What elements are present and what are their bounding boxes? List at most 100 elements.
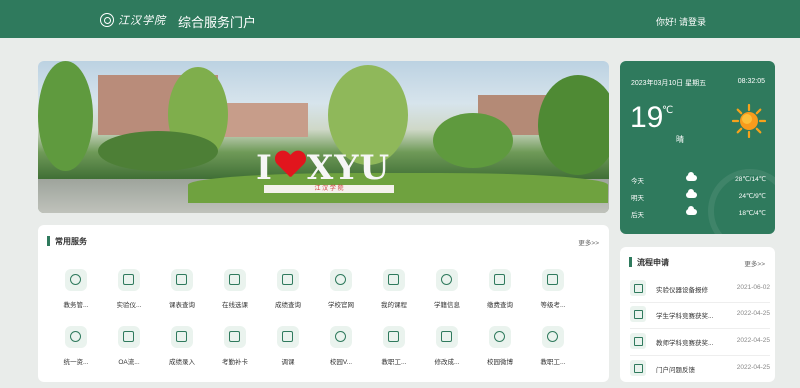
heart-icon	[275, 151, 305, 181]
calendar-icon	[171, 269, 193, 291]
login-link[interactable]: 你好! 请登录	[656, 15, 706, 28]
sun-icon	[732, 104, 766, 138]
forecast-row: 后天 18℃/4℃	[631, 206, 766, 219]
forecast-day: 今天	[631, 178, 644, 185]
service-label: 学籍信息	[434, 302, 460, 309]
service-tile[interactable]: 在线选课	[209, 269, 265, 321]
flow-item-date: 2022-04-25	[736, 337, 770, 344]
service-tile[interactable]: 调课	[262, 326, 318, 378]
service-label: 实验仪...	[116, 302, 142, 309]
flow-title: 流程申请	[637, 258, 669, 267]
flow-item-date: 2022-04-25	[736, 310, 770, 317]
service-tile[interactable]: 统一资...	[50, 326, 106, 378]
flow-more-link[interactable]: 更多>>	[744, 258, 765, 268]
service-label: 校园微博	[487, 359, 513, 366]
flow-item-date: 2021-06-02	[736, 284, 770, 291]
service-label: 调课	[281, 359, 295, 366]
service-tile[interactable]: 校园V...	[315, 326, 371, 378]
services-title: 常用服务	[55, 237, 87, 246]
service-tile[interactable]: 学校官网	[315, 269, 371, 321]
service-tile[interactable]: 缴费查询	[474, 269, 530, 321]
sign-letters: XYU	[306, 148, 391, 188]
service-label: 在线选课	[222, 302, 248, 309]
service-tile[interactable]: 实验仪...	[103, 269, 159, 321]
teacher-icon	[630, 333, 646, 349]
banner-lawn	[188, 173, 608, 203]
service-tile[interactable]: 我的课程	[368, 269, 424, 321]
weather-date: 2023年03月10日 星期五	[631, 80, 707, 87]
campus-sign: I XYU	[256, 151, 390, 185]
school-logo-text: 江汉学院	[118, 14, 166, 27]
service-tile[interactable]: OA流...	[103, 326, 159, 378]
banner-tree	[98, 131, 218, 171]
search-person-icon	[542, 326, 564, 348]
exam-icon	[542, 269, 564, 291]
cloud-icon	[686, 172, 697, 181]
forecast-range: 18℃/4℃	[738, 210, 766, 217]
service-label: 成绩录入	[169, 359, 195, 366]
staff-icon	[383, 326, 405, 348]
service-tile[interactable]: 校园微博	[474, 326, 530, 378]
divider	[630, 328, 770, 329]
calendar-icon	[383, 269, 405, 291]
award-icon	[630, 306, 646, 322]
sign-letter: I	[256, 148, 273, 188]
service-tile[interactable]: 课表查询	[156, 269, 212, 321]
flask-icon	[118, 269, 140, 291]
document-icon	[277, 326, 299, 348]
flow-item-title: 实验仪器设备报修	[656, 287, 708, 294]
service-tile[interactable]: 成绩录入	[156, 326, 212, 378]
service-label: 学校官网	[328, 302, 354, 309]
resource-icon	[65, 326, 87, 348]
service-label: 成绩查询	[275, 302, 301, 309]
service-label: 统一资...	[63, 359, 89, 366]
school-seal-icon	[330, 269, 352, 291]
flow-item[interactable]: 门户问题反馈 2022-04-25	[630, 360, 770, 378]
certificate-icon	[436, 269, 458, 291]
forecast-day: 后天	[631, 212, 644, 219]
service-tile[interactable]: 等级考...	[527, 269, 583, 321]
service-label: 缴费查询	[487, 302, 513, 309]
flow-item-date: 2022-04-25	[736, 364, 770, 371]
weather-unit: ℃	[662, 105, 674, 116]
score-edit-icon	[436, 326, 458, 348]
banner-tree	[538, 75, 609, 175]
weibo-icon	[489, 326, 511, 348]
flow-item[interactable]: 教师学科竞赛获奖... 2022-04-25	[630, 333, 770, 351]
service-label: 教务管...	[63, 302, 89, 309]
service-tile[interactable]: 教职工...	[527, 326, 583, 378]
service-tile[interactable]: 考勤补卡	[209, 326, 265, 378]
flow-item-title: 门户问题反馈	[656, 367, 695, 374]
service-label: 考勤补卡	[222, 359, 248, 366]
service-label: 教职工...	[381, 359, 407, 366]
service-tile[interactable]: 成绩查询	[262, 269, 318, 321]
cloud-icon	[686, 189, 697, 198]
service-label: 修改成...	[434, 359, 460, 366]
school-logo[interactable]: 江汉学院	[100, 11, 166, 29]
flow-item-title: 教师学科竞赛获奖...	[656, 340, 714, 347]
service-tile[interactable]: 学籍信息	[421, 269, 477, 321]
edit-icon	[171, 326, 193, 348]
service-label: OA流...	[118, 359, 140, 366]
weather-condition: 晴	[676, 135, 684, 144]
service-tile[interactable]: 修改成...	[421, 326, 477, 378]
forecast-row: 今天 28℃/14℃	[631, 172, 766, 185]
workflow-icon	[118, 326, 140, 348]
flow-item[interactable]: 实验仪器设备报修 2021-06-02	[630, 280, 770, 298]
location-icon	[330, 326, 352, 348]
service-tile[interactable]: 教职工...	[368, 326, 424, 378]
feedback-icon	[630, 360, 646, 376]
flow-item[interactable]: 学生学科竞赛获奖... 2022-04-25	[630, 306, 770, 324]
weather-time: 08:32:05	[737, 78, 765, 85]
portal-title: 综合服务门户	[178, 15, 257, 30]
cloud-icon	[686, 206, 697, 215]
service-tile[interactable]: 教务管...	[50, 269, 106, 321]
divider	[630, 355, 770, 356]
forecast-row: 明天 24℃/9℃	[631, 189, 766, 202]
sign-base-text: 江 汉 学 院	[264, 185, 394, 193]
payment-icon	[489, 269, 511, 291]
section-marker	[629, 257, 632, 267]
section-marker	[47, 236, 50, 246]
services-more-link[interactable]: 更多>>	[578, 237, 599, 247]
banner-tree	[38, 61, 93, 171]
